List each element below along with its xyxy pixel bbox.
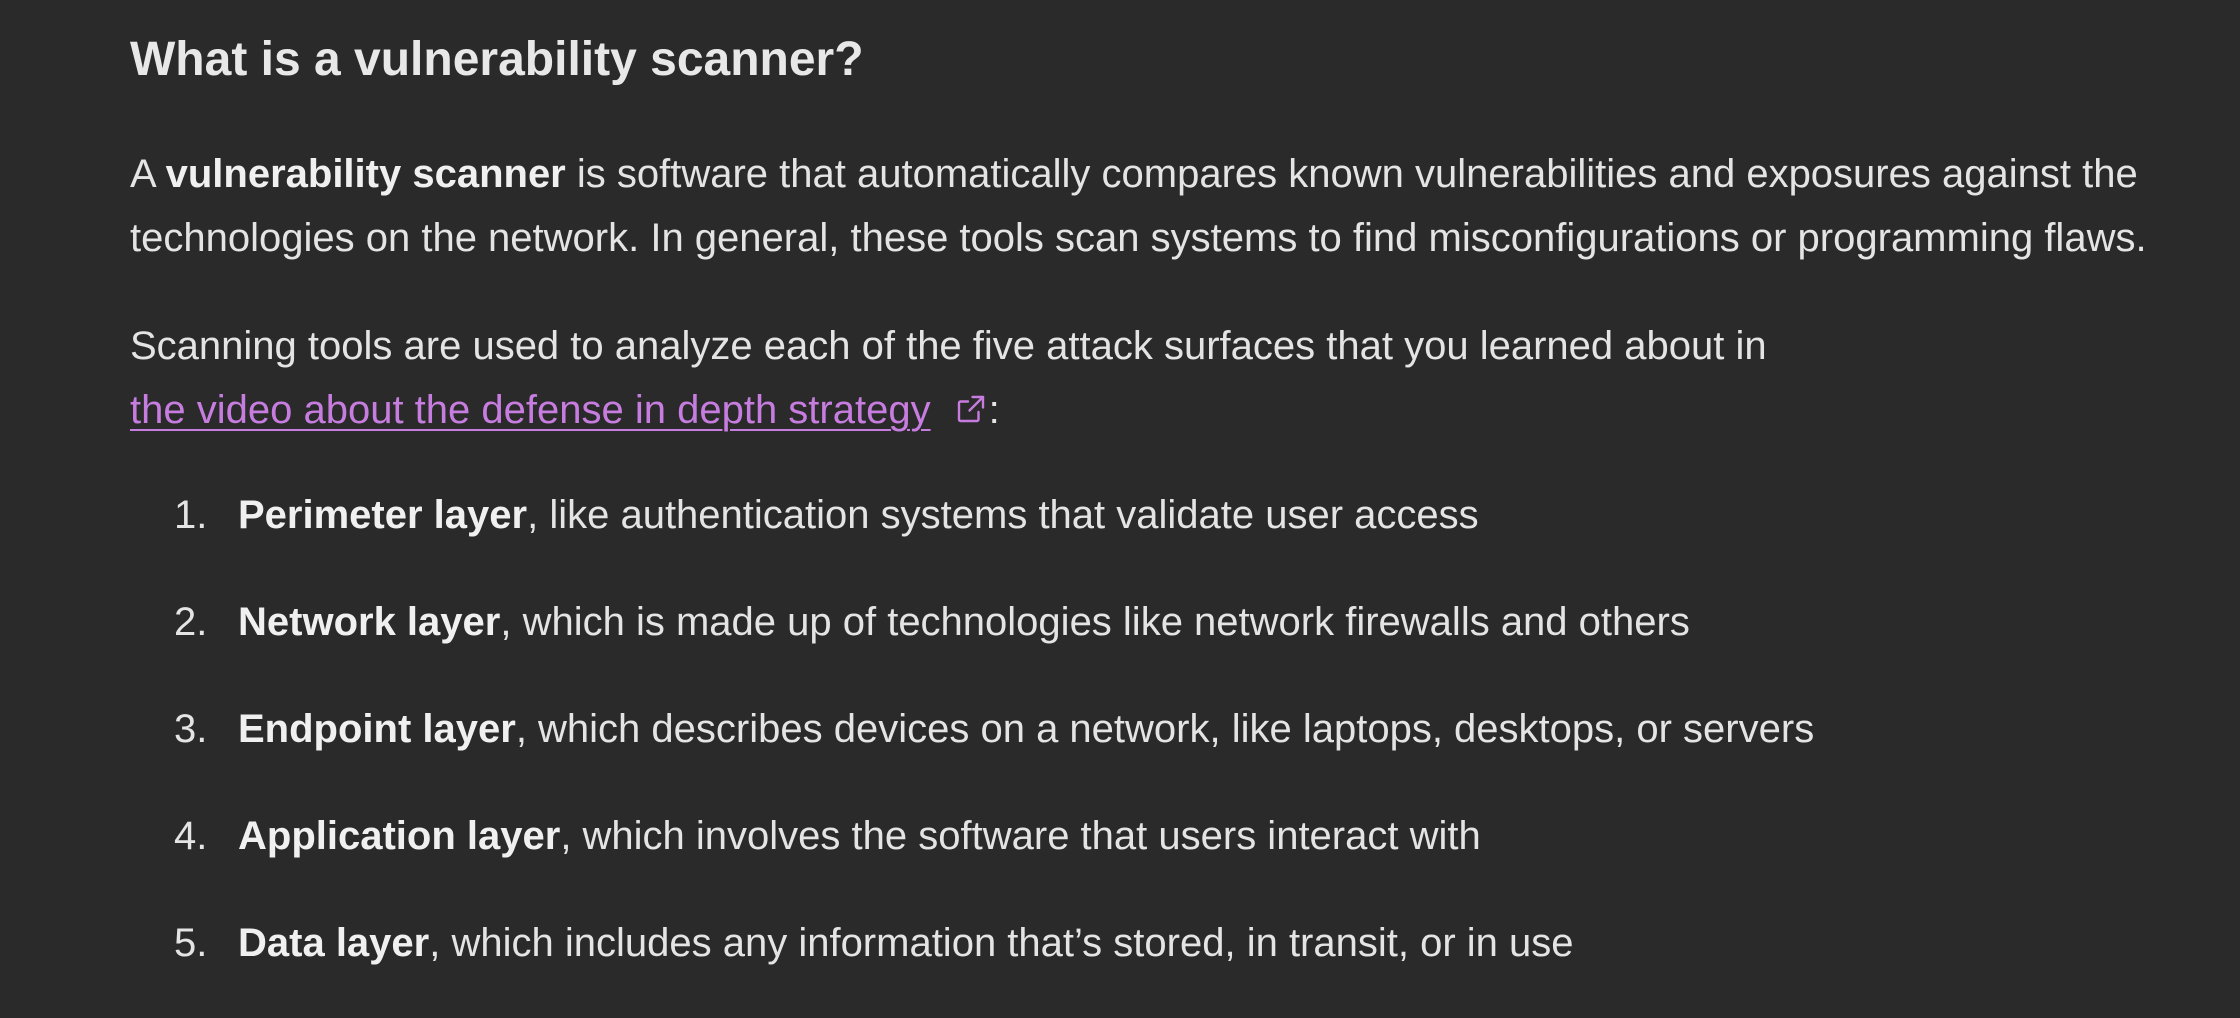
list-number: 1. <box>174 493 208 537</box>
bold-term: vulnerability scanner <box>165 152 566 196</box>
list-item: 3. Endpoint layer, which describes device… <box>130 697 1814 804</box>
list-number: 5. <box>174 921 208 965</box>
list-item: 1. Perimeter layer, like authentication s… <box>130 483 1814 590</box>
external-link-icon[interactable] <box>953 391 989 427</box>
layer-description: , which involves the software that users… <box>560 814 1481 858</box>
attack-surfaces-paragraph: Scanning tools are used to analyze each … <box>130 314 1767 442</box>
layer-name: Data layer <box>238 921 430 965</box>
paragraph-text: is software that automatically compares … <box>565 152 2138 196</box>
list-number: 3. <box>174 707 208 751</box>
list-number: 4. <box>174 814 208 858</box>
list-item: 5. Data layer, which includes any informa… <box>130 911 1814 1018</box>
scanner-definition-paragraph: A vulnerability scanner is software that… <box>130 142 2147 270</box>
page-title: What is a vulnerability scanner? <box>130 33 864 86</box>
attack-surface-list: 1. Perimeter layer, like authentication s… <box>130 483 1814 1018</box>
list-number: 2. <box>174 600 208 644</box>
paragraph-text: Scanning tools are used to analyze each … <box>130 324 1767 368</box>
layer-description: , which includes any information that’s … <box>429 921 1574 965</box>
list-item: 2. Network layer, which is made up of tec… <box>130 590 1814 697</box>
link-trailing-colon: : <box>988 388 1000 432</box>
layer-description: , which is made up of technologies like … <box>500 600 1690 644</box>
paragraph-line: A vulnerability scanner is software that… <box>130 142 2147 206</box>
paragraph-intro: A <box>130 152 166 196</box>
layer-description: , which describes devices on a network, … <box>515 707 1815 751</box>
layer-name: Application layer <box>238 814 561 858</box>
paragraph-text: technologies on the network. In general,… <box>130 216 2147 260</box>
layer-description: , like authentication systems that valid… <box>527 493 1479 537</box>
list-item: 4. Application layer, which involves the … <box>130 804 1814 911</box>
layer-name: Perimeter layer <box>238 493 528 537</box>
layer-name: Endpoint layer <box>238 707 516 751</box>
layer-name: Network layer <box>238 600 501 644</box>
paragraph-line: the video about the defense in depth str… <box>130 378 1767 442</box>
defense-in-depth-link[interactable]: the video about the defense in depth str… <box>130 388 931 432</box>
